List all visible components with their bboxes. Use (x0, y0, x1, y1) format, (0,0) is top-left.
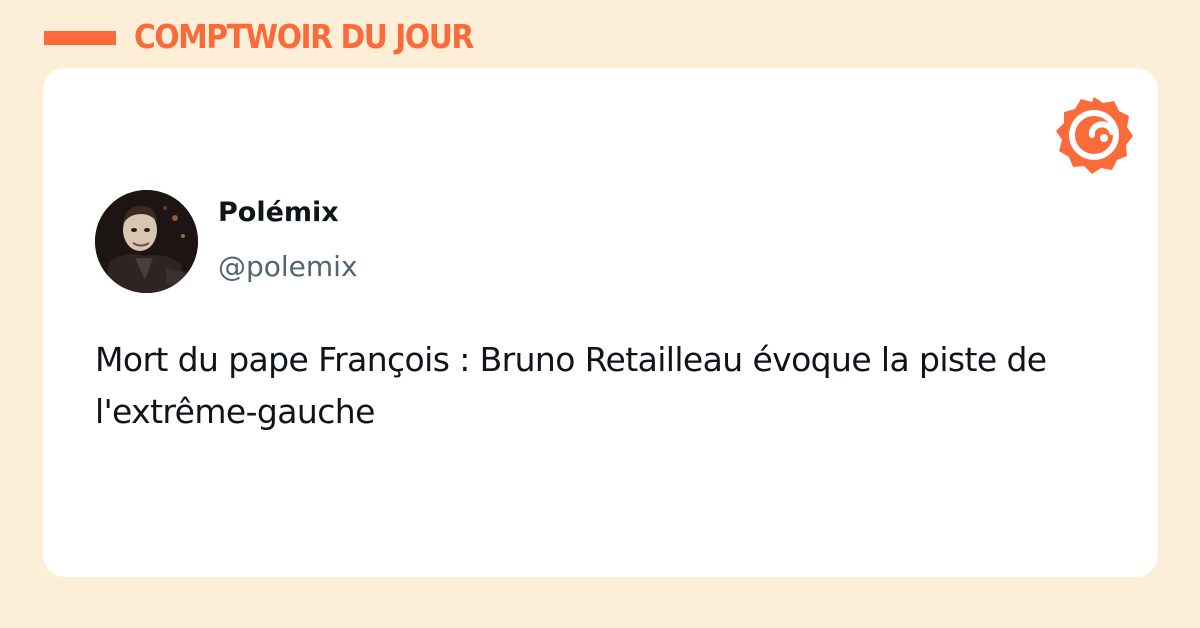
puppet-avatar-icon (95, 190, 198, 293)
avatar[interactable] (95, 190, 198, 293)
header-accent-bar (44, 31, 116, 45)
brand-logo-icon (1056, 97, 1133, 174)
tweet-card: Polémix @polemix Mort du pape François :… (43, 68, 1158, 577)
tweet-text: Mort du pape François : Bruno Retailleau… (95, 340, 1047, 431)
author-handle[interactable]: @polemix (218, 248, 358, 286)
author-name[interactable]: Polémix (218, 194, 339, 232)
page-title: COMPTWOIR DU JOUR (134, 17, 474, 56)
